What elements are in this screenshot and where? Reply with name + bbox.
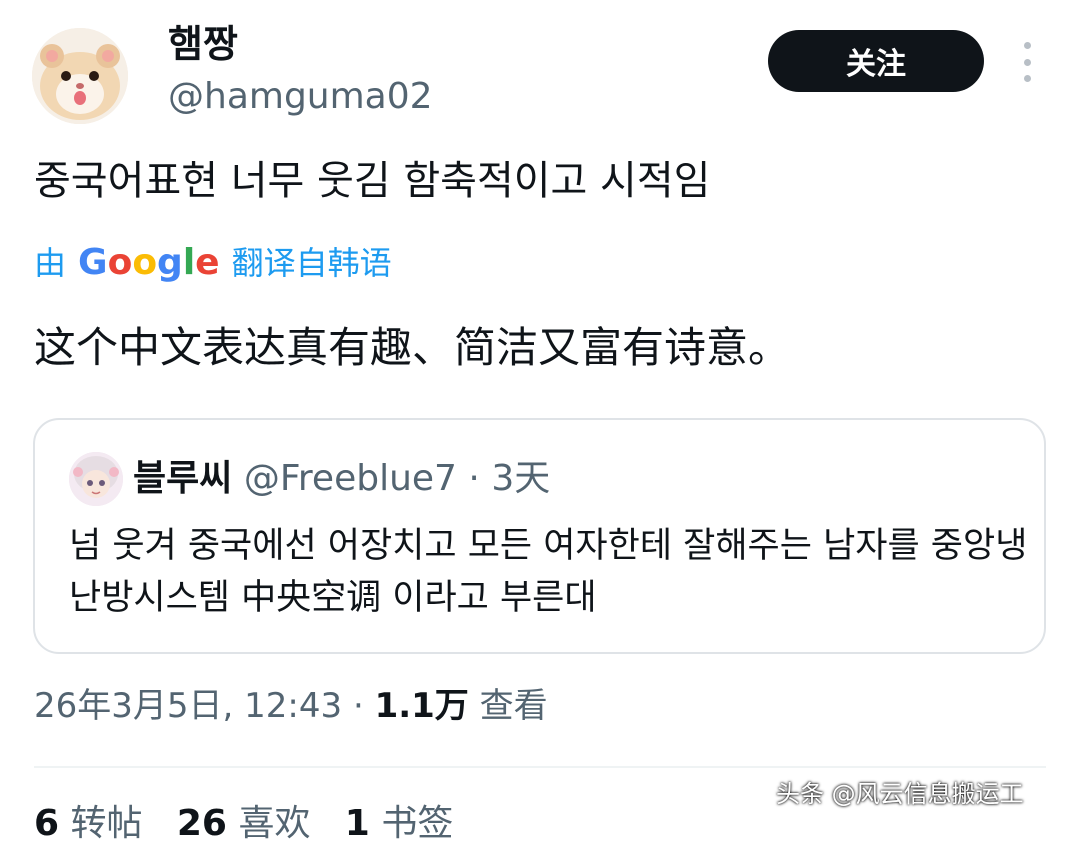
- likes-label: 喜欢: [238, 803, 311, 844]
- quoted-tweet[interactable]: 블루씨 @Freeblue7 · 3天 넘 웃겨 중국에선 어장치고 모든 여자…: [33, 418, 1046, 654]
- tweet-text: 중국어표현 너무 웃김 함축적이고 시적임: [34, 158, 711, 204]
- author-display-name[interactable]: 햄짱: [168, 20, 238, 68]
- tweet-meta: 26年3月5日, 12:43 · 1.1万 查看: [34, 682, 548, 730]
- google-logo: Google: [78, 242, 220, 283]
- anime-avatar-image: [69, 452, 123, 506]
- follow-button[interactable]: 关注: [768, 30, 984, 92]
- meta-separator: ·: [352, 686, 364, 726]
- quoted-separator: ·: [468, 458, 480, 499]
- views-label: 查看: [479, 686, 548, 726]
- reposts-stat[interactable]: 6 转帖: [34, 803, 143, 844]
- divider: [34, 766, 1046, 768]
- watermark: 头条 @风云信息搬运工: [776, 780, 1024, 808]
- translated-text: 这个中文表达真有趣、简洁又富有诗意。: [34, 323, 791, 372]
- hamster-avatar-image: [32, 28, 128, 124]
- bookmarks-stat[interactable]: 1 书签: [345, 803, 454, 844]
- reposts-label: 转帖: [70, 803, 143, 844]
- reposts-count: 6: [34, 803, 60, 844]
- bookmarks-count: 1: [344, 803, 370, 844]
- translation-prefix: 由: [34, 244, 67, 282]
- quoted-text: 넘 웃겨 중국에선 어장치고 모든 여자한테 잘해주는 남자를 중앙냉난방시스템…: [69, 526, 1028, 618]
- views-count: 1.1万: [374, 686, 469, 726]
- tweet-stats: 6 转帖 26 喜欢 1 书签: [34, 800, 453, 848]
- quoted-time: 3天: [491, 458, 551, 499]
- author-avatar[interactable]: [32, 28, 128, 124]
- translation-attribution[interactable]: 由 Google 翻译自韩语: [34, 240, 392, 286]
- translation-suffix: 翻译自韩语: [231, 244, 392, 282]
- quoted-display-name: 블루씨: [133, 458, 233, 499]
- quoted-header: 블루씨 @Freeblue7 · 3天: [133, 452, 550, 506]
- tweet-timestamp[interactable]: 26年3月5日, 12:43: [34, 686, 342, 726]
- author-handle[interactable]: @hamguma02: [168, 74, 433, 120]
- likes-stat[interactable]: 26 喜欢: [177, 803, 311, 844]
- quoted-author-avatar: [69, 452, 123, 506]
- more-options-icon[interactable]: [1012, 42, 1042, 82]
- likes-count: 26: [176, 803, 227, 844]
- bookmarks-label: 书签: [381, 803, 454, 844]
- quoted-handle: @Freeblue7: [243, 458, 457, 499]
